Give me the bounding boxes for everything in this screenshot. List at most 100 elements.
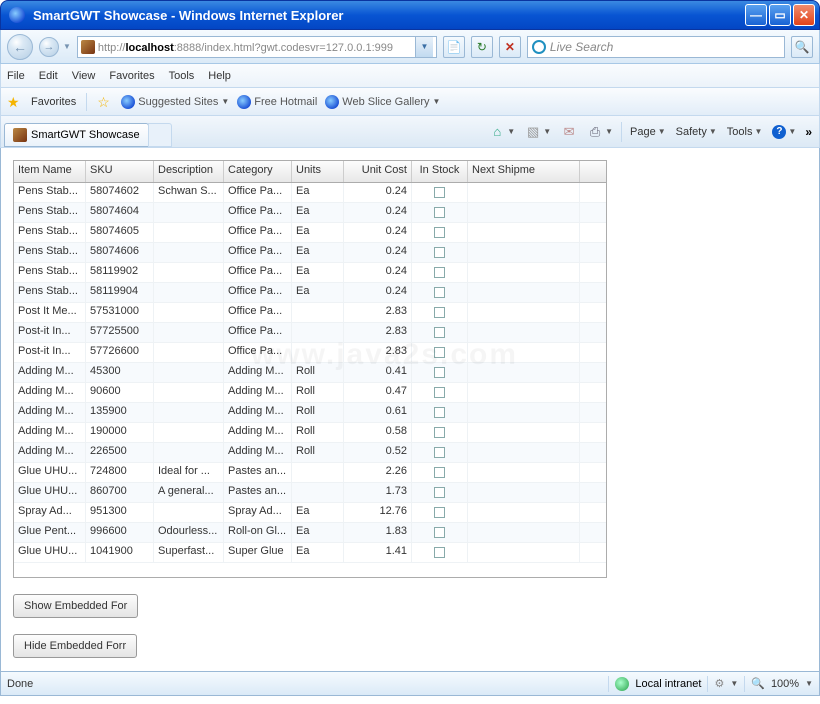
zoom-icon[interactable]: 🔍 — [751, 677, 765, 690]
page-menu[interactable]: Page ▼ — [625, 120, 671, 144]
checkbox[interactable] — [434, 247, 445, 258]
hide-embedded-button[interactable]: Hide Embedded Forr — [13, 634, 137, 658]
cell-cat: Office Pa... — [224, 183, 292, 202]
table-row[interactable]: Pens Stab...58119902Office Pa...Ea0.24 — [14, 263, 606, 283]
free-hotmail-link[interactable]: Free Hotmail — [237, 95, 317, 109]
zoom-level[interactable]: 100% — [771, 678, 799, 690]
menu-edit[interactable]: Edit — [39, 70, 58, 82]
checkbox[interactable] — [434, 307, 445, 318]
cell-name: Adding M... — [14, 423, 86, 442]
forward-button[interactable]: → — [39, 37, 59, 57]
cell-sku: 58074602 — [86, 183, 154, 202]
checkbox[interactable] — [434, 187, 445, 198]
checkbox[interactable] — [434, 407, 445, 418]
search-box[interactable]: Live Search — [527, 36, 785, 58]
table-row[interactable]: Glue UHU...1041900Superfast...Super Glue… — [14, 543, 606, 563]
overflow-button[interactable]: » — [805, 125, 812, 139]
checkbox[interactable] — [434, 367, 445, 378]
checkbox[interactable] — [434, 527, 445, 538]
back-button[interactable]: ← — [7, 34, 33, 60]
grid-body[interactable]: Pens Stab...58074602Schwan S...Office Pa… — [14, 183, 606, 577]
close-button[interactable]: ✕ — [793, 4, 815, 26]
stop-button[interactable]: ✕ — [499, 36, 521, 58]
checkbox[interactable] — [434, 347, 445, 358]
browser-tab[interactable]: SmartGWT Showcase — [4, 123, 149, 147]
protected-mode-icon[interactable]: ⚙ — [714, 677, 724, 690]
maximize-button[interactable]: ▭ — [769, 4, 791, 26]
checkbox[interactable] — [434, 267, 445, 278]
show-embedded-button[interactable]: Show Embedded For — [13, 594, 138, 618]
table-row[interactable]: Adding M...45300Adding M...Roll0.41 — [14, 363, 606, 383]
chevron-down-icon[interactable]: ▼ — [805, 679, 813, 688]
checkbox[interactable] — [434, 427, 445, 438]
search-button[interactable]: 🔍 — [791, 36, 813, 58]
col-header-sku[interactable]: SKU — [86, 161, 154, 182]
checkbox[interactable] — [434, 227, 445, 238]
suggested-sites-link[interactable]: Suggested Sites ▼ — [121, 95, 229, 109]
table-row[interactable]: Pens Stab...58074605Office Pa...Ea0.24 — [14, 223, 606, 243]
table-row[interactable]: Adding M...135900Adding M...Roll0.61 — [14, 403, 606, 423]
col-header-stock[interactable]: In Stock — [412, 161, 468, 182]
history-dropdown-icon[interactable]: ▼ — [63, 42, 71, 51]
checkbox[interactable] — [434, 547, 445, 558]
site-icon — [81, 40, 95, 54]
add-favorite-icon[interactable]: ☆ — [97, 94, 113, 110]
cell-name: Pens Stab... — [14, 203, 86, 222]
table-row[interactable]: Adding M...226500Adding M...Roll0.52 — [14, 443, 606, 463]
cell-ship — [468, 463, 580, 482]
table-row[interactable]: Post It Me...57531000Office Pa...2.83 — [14, 303, 606, 323]
refresh-button[interactable]: ↻ — [471, 36, 493, 58]
new-tab-button[interactable] — [148, 123, 172, 147]
checkbox[interactable] — [434, 487, 445, 498]
col-header-cat[interactable]: Category — [224, 161, 292, 182]
table-row[interactable]: Post-it In...57726600Office Pa...2.83 — [14, 343, 606, 363]
table-row[interactable]: Spray Ad...951300Spray Ad...Ea12.76 — [14, 503, 606, 523]
feeds-button[interactable]: ▧▼ — [520, 120, 556, 144]
help-button[interactable]: ?▼ — [767, 120, 801, 144]
read-mail-button[interactable]: ✉ — [556, 120, 582, 144]
safety-menu[interactable]: Safety ▼ — [671, 120, 722, 144]
checkbox[interactable] — [434, 287, 445, 298]
favorites-label[interactable]: Favorites — [31, 96, 76, 108]
table-row[interactable]: Post-it In...57725500Office Pa...2.83 — [14, 323, 606, 343]
favorites-star-icon[interactable]: ★ — [7, 94, 23, 110]
table-row[interactable]: Glue Pent...996600Odourless...Roll-on Gl… — [14, 523, 606, 543]
checkbox[interactable] — [434, 467, 445, 478]
cell-cat: Adding M... — [224, 383, 292, 402]
web-slice-link[interactable]: Web Slice Gallery ▼ — [325, 95, 440, 109]
table-row[interactable]: Pens Stab...58074604Office Pa...Ea0.24 — [14, 203, 606, 223]
checkbox[interactable] — [434, 327, 445, 338]
col-header-cost[interactable]: Unit Cost — [344, 161, 412, 182]
col-header-units[interactable]: Units — [292, 161, 344, 182]
menu-view[interactable]: View — [72, 70, 96, 82]
home-button[interactable]: ⌂▼ — [484, 120, 520, 144]
tools-menu[interactable]: Tools ▼ — [722, 120, 768, 144]
minimize-button[interactable]: — — [745, 4, 767, 26]
table-row[interactable]: Pens Stab...58119904Office Pa...Ea0.24 — [14, 283, 606, 303]
cell-desc — [154, 263, 224, 282]
print-button[interactable]: ⎙▼ — [582, 120, 618, 144]
table-row[interactable]: Pens Stab...58074606Office Pa...Ea0.24 — [14, 243, 606, 263]
address-bar[interactable]: http://localhost:8888/index.html?gwt.cod… — [77, 36, 437, 58]
col-header-name[interactable]: Item Name — [14, 161, 86, 182]
address-dropdown-icon[interactable]: ▼ — [415, 37, 433, 57]
cell-cost: 12.76 — [344, 503, 412, 522]
table-row[interactable]: Pens Stab...58074602Schwan S...Office Pa… — [14, 183, 606, 203]
checkbox[interactable] — [434, 447, 445, 458]
col-header-ship[interactable]: Next Shipme — [468, 161, 580, 182]
menu-help[interactable]: Help — [208, 70, 231, 82]
cell-units: Roll — [292, 363, 344, 382]
table-row[interactable]: Adding M...90600Adding M...Roll0.47 — [14, 383, 606, 403]
menu-tools[interactable]: Tools — [169, 70, 195, 82]
menu-favorites[interactable]: Favorites — [109, 70, 154, 82]
compat-view-button[interactable]: 📄 — [443, 36, 465, 58]
col-header-desc[interactable]: Description — [154, 161, 224, 182]
checkbox[interactable] — [434, 207, 445, 218]
checkbox[interactable] — [434, 507, 445, 518]
checkbox[interactable] — [434, 387, 445, 398]
table-row[interactable]: Glue UHU...860700A general...Pastes an..… — [14, 483, 606, 503]
table-row[interactable]: Glue UHU...724800Ideal for ...Pastes an.… — [14, 463, 606, 483]
cell-ship — [468, 403, 580, 422]
table-row[interactable]: Adding M...190000Adding M...Roll0.58 — [14, 423, 606, 443]
menu-file[interactable]: File — [7, 70, 25, 82]
